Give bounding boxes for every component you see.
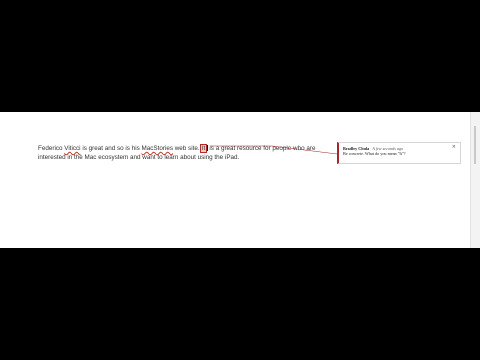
misspelled-word-viticci[interactable]: Viticci bbox=[64, 145, 80, 152]
comment-body: Be concrete. What do you mean "It"? bbox=[343, 151, 406, 157]
scrollbar-thumb[interactable] bbox=[474, 126, 476, 164]
vertical-scrollbar[interactable] bbox=[470, 112, 480, 248]
text-run: web site. bbox=[173, 145, 202, 152]
document-area[interactable]: Federico Viticci is great and so is his … bbox=[0, 112, 480, 248]
text-run: Federico bbox=[38, 145, 65, 152]
comments-pane: Bradley Chula A few seconds ago Be concr… bbox=[332, 112, 480, 248]
comment-timestamp: A few seconds ago bbox=[372, 146, 404, 151]
text-run: is great and so is his bbox=[80, 145, 142, 152]
misspelled-word-macstories[interactable]: MacStories bbox=[142, 145, 174, 152]
close-icon[interactable]: × bbox=[452, 145, 456, 150]
document-paragraph[interactable]: Federico Viticci is great and so is his … bbox=[38, 144, 328, 163]
commented-text-highlight[interactable]: It bbox=[200, 144, 207, 153]
comment-card[interactable]: Bradley Chula A few seconds ago Be concr… bbox=[337, 142, 461, 164]
comment-author: Bradley Chula bbox=[343, 146, 370, 151]
